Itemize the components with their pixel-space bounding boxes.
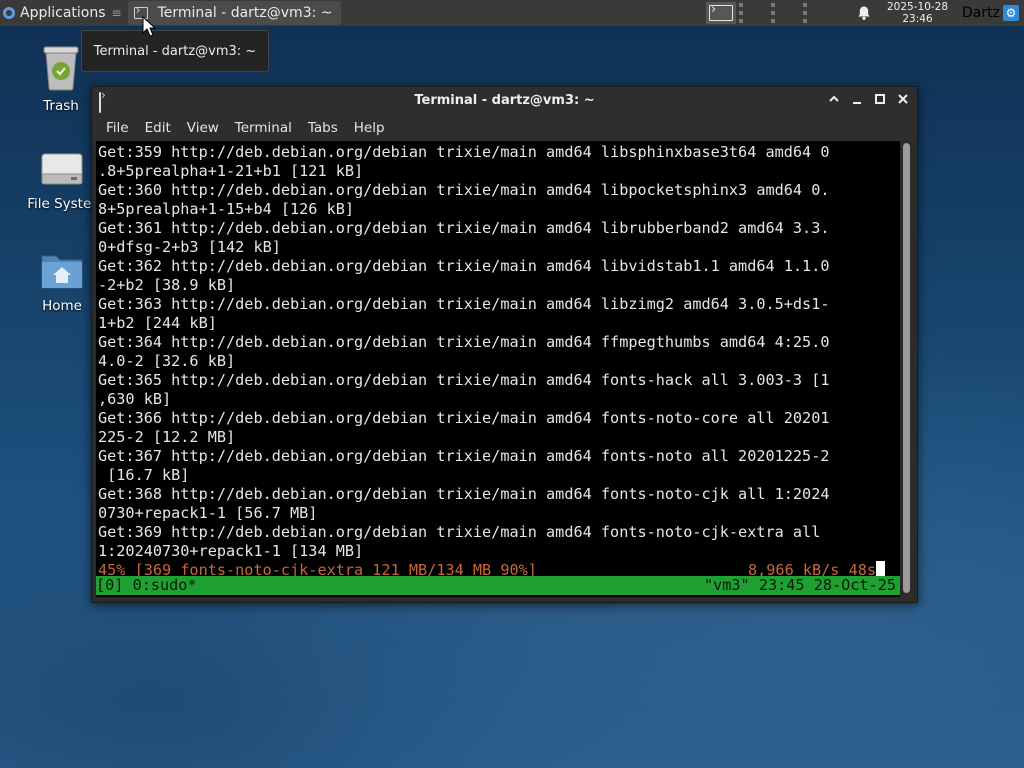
terminal-icon <box>709 2 733 21</box>
shade-button[interactable] <box>824 91 844 111</box>
tmux-status-right: "vm3" 23:45 28-Oct-25 <box>703 576 896 594</box>
terminal-line: Get:360 http://deb.debian.org/debian tri… <box>98 181 830 199</box>
menu-terminal[interactable]: Terminal <box>227 120 300 136</box>
terminal-line: .8+5prealpha+1-21+b1 [121 kB] <box>98 162 364 180</box>
hard-drive-icon <box>39 150 85 190</box>
terminal-line: Get:362 http://deb.debian.org/debian tri… <box>98 257 830 275</box>
taskbar-item-terminal[interactable]: Terminal - dartz@vm3: ~ <box>127 1 341 25</box>
clock-date: 2025-10-28 <box>887 1 949 13</box>
terminal-line: -2+b2 [38.9 kB] <box>98 276 236 294</box>
taskbar-tooltip: Terminal - dartz@vm3: ~ <box>81 30 269 72</box>
home-folder-icon <box>39 250 85 292</box>
desktop-icon-label: Home <box>42 298 82 314</box>
terminal-line: ,630 kB] <box>98 390 172 408</box>
desktop-icon-label: Trash <box>43 98 79 114</box>
terminal-line: Get:365 http://deb.debian.org/debian tri… <box>98 371 830 389</box>
chevron-up-icon <box>829 95 839 102</box>
terminal-line: 8+5prealpha+1-15+b4 [126 kB] <box>98 200 355 218</box>
trash-icon <box>40 44 82 92</box>
menu-help[interactable]: Help <box>346 120 393 136</box>
workspace-switcher-empty[interactable] <box>739 3 807 23</box>
menu-edit[interactable]: Edit <box>137 120 179 136</box>
terminal-line: 4.0-2 [32.6 kB] <box>98 352 236 370</box>
maximize-icon <box>875 94 885 104</box>
terminal-line: 0+dfsg-2+b3 [142 kB] <box>98 238 281 256</box>
maximize-button[interactable] <box>870 91 890 111</box>
tmux-window-list[interactable]: [0] 0:sudo* <box>96 576 197 594</box>
terminal-window: Terminal - dartz@vm3: ~ File Edit View T… <box>91 86 918 603</box>
applications-menu-button[interactable]: Applications <box>0 0 112 26</box>
terminal-line: 1:20240730+repack1-1 [134 MB] <box>98 542 364 560</box>
taskbar-item-label: Terminal - dartz@vm3: ~ <box>157 5 333 21</box>
terminal-line: Get:366 http://deb.debian.org/debian tri… <box>98 409 830 427</box>
scrollbar-thumb[interactable] <box>903 143 910 593</box>
terminal-line: 0730+repack1-1 [56.7 MB] <box>98 504 318 522</box>
terminal-line: Get:364 http://deb.debian.org/debian tri… <box>98 333 830 351</box>
terminal-output[interactable]: Get:359 http://deb.debian.org/debian tri… <box>96 141 900 597</box>
terminal-lines: Get:359 http://deb.debian.org/debian tri… <box>98 143 900 561</box>
window-title: Terminal - dartz@vm3: ~ <box>414 93 595 108</box>
clock[interactable]: 2025-10-28 23:46 <box>887 1 948 25</box>
terminal-line: 1+b2 [244 kB] <box>98 314 217 332</box>
menu-bar: File Edit View Terminal Tabs Help <box>92 115 917 141</box>
minimize-button[interactable] <box>847 91 867 111</box>
close-button[interactable] <box>893 91 913 111</box>
menu-file[interactable]: File <box>98 120 137 136</box>
scrollbar[interactable] <box>902 141 912 597</box>
panel-separator: ≡ <box>111 6 122 20</box>
terminal-line: Get:368 http://deb.debian.org/debian tri… <box>98 485 830 503</box>
terminal-line: 225-2 [12.2 MB] <box>98 428 236 446</box>
terminal-line: Get:367 http://deb.debian.org/debian tri… <box>98 447 830 465</box>
tmux-status-bar: [0] 0:sudo* "vm3" 23:45 28-Oct-25 <box>96 576 900 595</box>
minimize-icon <box>853 102 861 104</box>
applications-label: Applications <box>20 5 106 21</box>
terminal-line: Get:361 http://deb.debian.org/debian tri… <box>98 219 830 237</box>
mouse-cursor-icon <box>142 16 156 37</box>
terminal-line: [16.7 kB] <box>98 466 190 484</box>
xfce-logo-icon <box>2 6 16 20</box>
workspace-switcher-1[interactable] <box>706 2 736 24</box>
terminal-line: Get:369 http://deb.debian.org/debian tri… <box>98 523 821 541</box>
terminal-line: Get:359 http://deb.debian.org/debian tri… <box>98 143 830 161</box>
notification-bell-icon[interactable] <box>856 5 872 21</box>
close-icon <box>898 94 908 104</box>
clock-time: 23:46 <box>902 13 933 25</box>
window-titlebar[interactable]: Terminal - dartz@vm3: ~ <box>92 87 917 115</box>
desktop-icon-label: File Syster <box>27 196 97 212</box>
menu-tabs[interactable]: Tabs <box>300 120 346 136</box>
settings-gear-icon[interactable]: ⚙ <box>1003 5 1019 21</box>
menu-view[interactable]: View <box>179 120 227 136</box>
user-menu[interactable]: Dartz <box>962 0 1000 26</box>
terminal-line: Get:363 http://deb.debian.org/debian tri… <box>98 295 830 313</box>
